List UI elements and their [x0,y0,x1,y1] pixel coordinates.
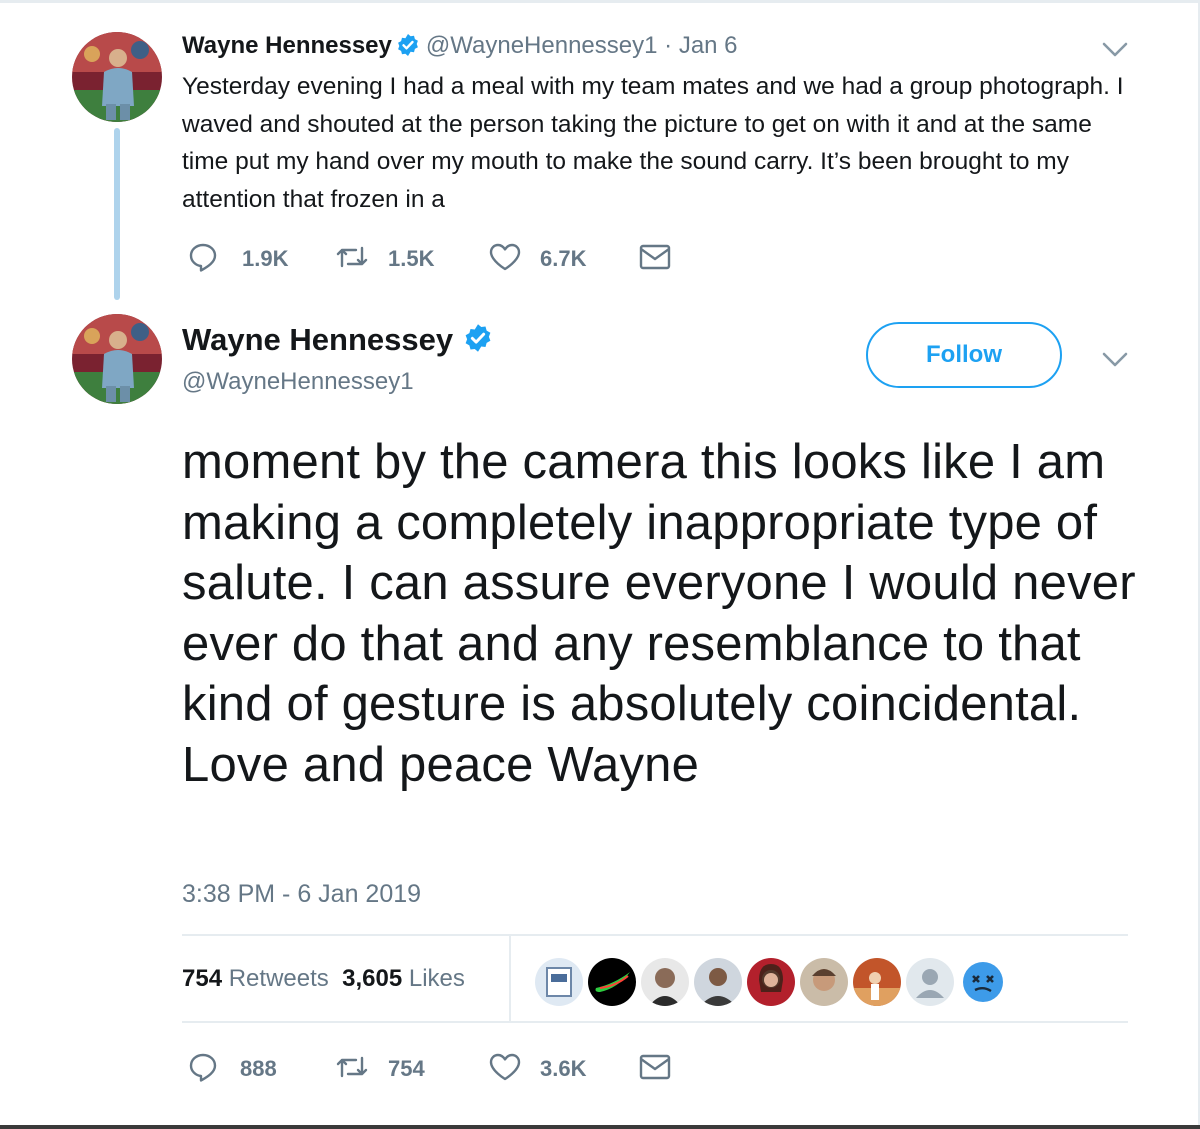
main-tweet-text: moment by the camera this looks like I a… [182,435,1136,792]
retweet-count: 754 [388,1056,425,1081]
thread-tweet-handle[interactable]: @WayneHennessey1 [426,32,658,59]
avatar[interactable] [72,314,162,404]
retweet-count: 1.5K [388,246,435,271]
direct-message-button[interactable] [638,1049,672,1089]
like-count: 3.6K [540,1056,587,1081]
likes-stat[interactable]: 3,605 Likes [342,965,465,992]
direct-message-icon [638,1052,672,1087]
thread-connector-line [114,128,120,300]
thread-tweet-header: Wayne Hennessey @WayneHennessey1 · Jan 6 [182,30,738,66]
like-heart-icon [488,1052,522,1087]
direct-message-button[interactable] [638,239,672,279]
verified-badge-icon [463,323,493,363]
like-button[interactable]: 6.7K [488,239,586,279]
engagement-stats: 754 Retweets 3,605 Likes [182,962,465,996]
reply-icon [188,1052,218,1087]
chevron-down-icon[interactable] [1100,40,1130,60]
retweet-button[interactable]: 754 [334,1049,425,1089]
top-border [0,0,1200,3]
reply-count: 888 [240,1056,277,1081]
retweet-icon [334,242,370,277]
stats-vertical-divider [509,936,511,1022]
reply-count: 1.9K [242,246,289,271]
like-heart-icon [488,242,522,277]
thread-tweet-text: Yesterday evening I had a meal with my t… [182,73,1124,213]
meta-separator: · [664,32,673,59]
actions-top-divider [182,1021,1128,1023]
likes-stat-label: Likes [408,965,465,992]
verified-badge-icon [396,33,420,66]
retweets-stat[interactable]: 754 Retweets [182,965,329,992]
follow-button[interactable]: Follow [866,322,1062,388]
retweet-icon [334,1052,370,1087]
liker-avatar[interactable] [904,956,956,1008]
thread-tweet-date[interactable]: Jan 6 [679,32,738,59]
reply-button[interactable]: 888 [188,1049,277,1089]
liker-avatar[interactable] [851,956,903,1008]
direct-message-icon [638,242,672,277]
thread-tweet-author-name[interactable]: Wayne Hennessey [182,32,392,59]
main-tweet-handle[interactable]: @WayneHennessey1 [182,366,414,398]
liker-avatar[interactable] [533,956,585,1008]
stats-top-divider [182,934,1128,936]
retweet-button[interactable]: 1.5K [334,239,434,279]
like-count: 6.7K [540,246,587,271]
author-name-text: Wayne Hennessey [182,322,454,357]
retweets-stat-count: 754 [182,965,223,992]
reply-icon [188,242,218,277]
liker-avatar[interactable] [639,956,691,1008]
tweet-timestamp[interactable]: 3:38 PM - 6 Jan 2019 [182,877,421,911]
like-button[interactable]: 3.6K [488,1049,586,1089]
retweets-stat-label: Retweets [228,965,329,992]
liker-avatar[interactable] [798,956,850,1008]
liker-avatar[interactable] [957,956,1009,1008]
thread-tweet-actions: 1.9K 1.5K 6.7K [182,239,702,279]
reply-button[interactable]: 1.9K [188,239,288,279]
liker-avatar[interactable] [745,956,797,1008]
main-tweet-author-name[interactable]: Wayne Hennessey [182,320,499,363]
chevron-down-icon[interactable] [1100,350,1130,370]
liker-avatar[interactable] [692,956,744,1008]
main-tweet-actions: 888 754 3.6K [182,1049,702,1089]
likes-stat-count: 3,605 [342,965,403,992]
bottom-border [0,1125,1200,1129]
liker-avatar[interactable] [586,956,638,1008]
avatar[interactable] [72,32,162,122]
